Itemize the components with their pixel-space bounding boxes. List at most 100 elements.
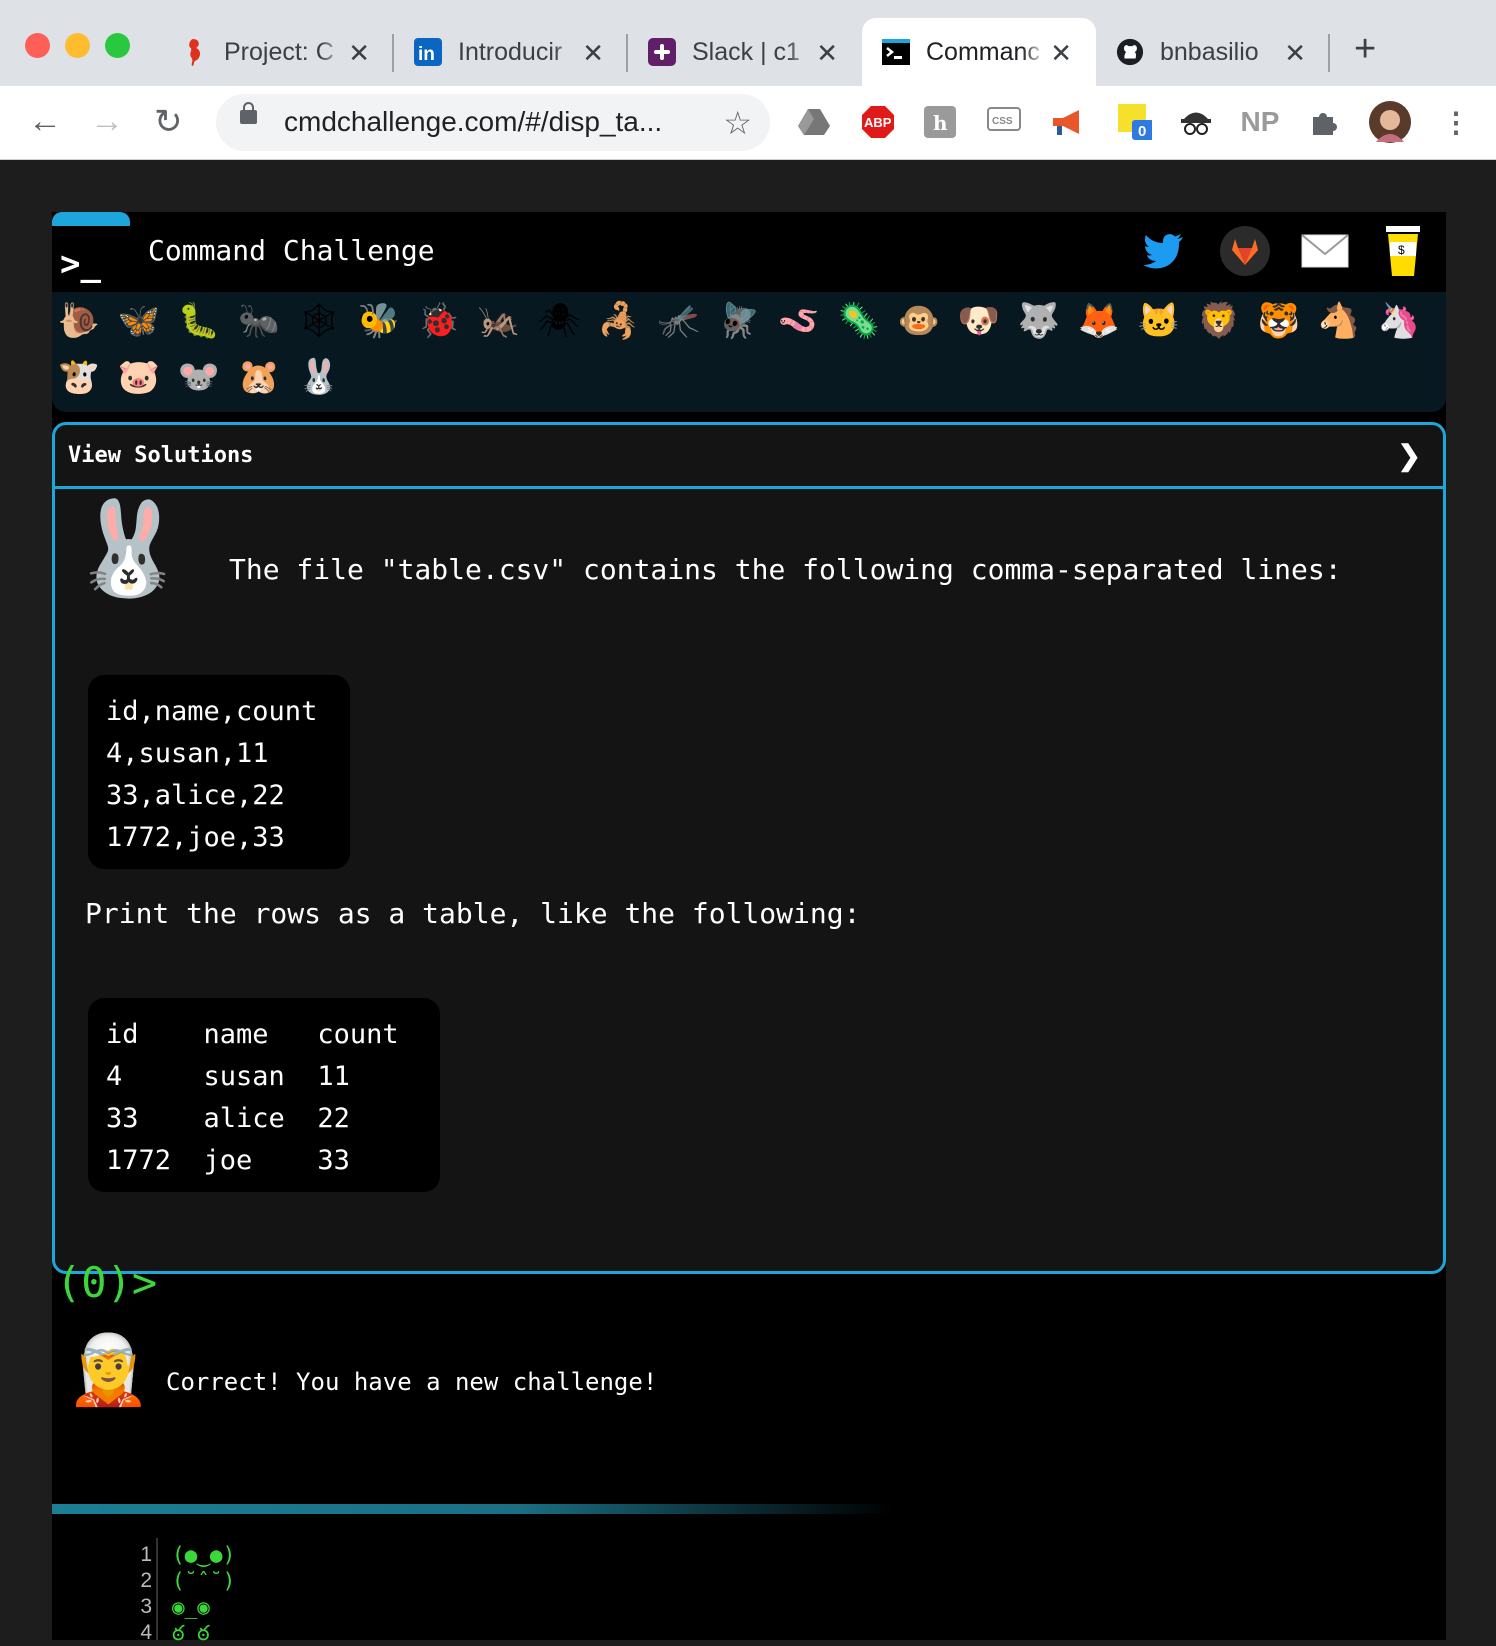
level-icon[interactable]: 🦋 [116, 298, 162, 344]
lock-icon [240, 102, 257, 124]
code-line: 33,alice,22 [106, 780, 285, 811]
code-line: 33 alice 22 [106, 1103, 350, 1134]
browser-menu-icon[interactable]: ⋮ [1438, 104, 1474, 140]
profile-avatar[interactable] [1368, 100, 1412, 144]
css-viewer-icon[interactable]: CSS [986, 104, 1022, 140]
page-content: >_ Command Challenge $ 🐌 🦋 🐛 🐜 🕸 🐝 🐞 🦗 🕷 🦂 🦟 🪰 🪱 🦠 🐵 🐶 🐺… [52, 212, 1446, 1645]
level-icon[interactable]: 🦄 [1376, 298, 1422, 344]
level-icon[interactable]: 🪱 [776, 298, 822, 344]
level-icon[interactable]: 🐰 [296, 354, 342, 400]
output-divider [52, 1504, 892, 1514]
code-line: 4,susan,11 [106, 738, 269, 769]
tab-title: Commanc [926, 37, 1040, 66]
level-icon[interactable]: 🦗 [476, 298, 522, 344]
level-icon[interactable]: 🪰 [716, 298, 762, 344]
feedback-message: Correct! You have a new challenge! [166, 1368, 658, 1396]
twitter-icon[interactable] [1138, 226, 1188, 276]
code-line: id,name,count [106, 696, 318, 727]
zoom-window-button[interactable] [105, 33, 130, 58]
header-accent [52, 212, 130, 226]
google-drive-icon[interactable] [796, 104, 832, 140]
level-icon[interactable]: 🐌 [56, 298, 102, 344]
challenge-description: The file "table.csv" contains the follow… [229, 553, 1342, 586]
linkedin-icon: in [414, 38, 442, 66]
svg-text:$: $ [1398, 243, 1405, 257]
level-icon[interactable]: 🦠 [836, 298, 882, 344]
coffee-cup-icon[interactable]: $ [1378, 226, 1428, 276]
line-number: 3 [140, 1595, 152, 1618]
chevron-right-icon: ❯ [1397, 440, 1421, 471]
svg-text:ABP: ABP [864, 115, 892, 130]
close-tab-icon[interactable]: ✕ [582, 38, 604, 69]
site-logo[interactable]: >_ [60, 244, 101, 284]
new-tab-button[interactable]: + [1354, 28, 1376, 71]
browser-tab[interactable]: Project: C ✕ [160, 18, 394, 86]
view-solutions-toggle[interactable]: View Solutions ❯ [55, 425, 1443, 489]
browser-tab-strip: Project: C ✕ in Introducir ✕ Slack | c1 … [0, 0, 1496, 86]
browser-tab[interactable]: bnbasilio ✕ [1096, 18, 1330, 86]
level-icon[interactable]: 🐜 [236, 298, 282, 344]
site-header: >_ Command Challenge $ [52, 212, 1446, 292]
output-line-numbers: 1 2 3 4 [112, 1542, 152, 1646]
forward-arrow-icon[interactable]: → [90, 102, 124, 141]
back-arrow-icon[interactable]: ← [28, 102, 62, 141]
level-icon[interactable]: 🐛 [176, 298, 222, 344]
bookmark-star-icon[interactable]: ☆ [723, 104, 752, 142]
level-icon[interactable]: 🕷 [536, 298, 582, 344]
site-title[interactable]: Command Challenge [148, 234, 435, 267]
close-window-button[interactable] [25, 33, 50, 58]
megaphone-icon[interactable] [1050, 104, 1086, 140]
close-tab-icon[interactable]: ✕ [816, 38, 838, 69]
gitlab-icon[interactable] [1220, 226, 1270, 276]
line-number: 4 [140, 1621, 152, 1644]
reload-icon[interactable]: ↻ [154, 102, 183, 142]
puzzle-icon[interactable] [1306, 104, 1342, 140]
minimize-window-button[interactable] [65, 33, 90, 58]
level-icon[interactable]: 🐭 [176, 354, 222, 400]
level-icon[interactable]: 🕸 [296, 298, 342, 344]
close-tab-icon[interactable]: ✕ [1050, 38, 1072, 69]
spy-icon[interactable] [1178, 104, 1214, 140]
level-icon[interactable]: 🐹 [236, 354, 282, 400]
sticky-note-icon[interactable]: 0 [1116, 104, 1152, 140]
svg-text:CSS: CSS [992, 116, 1013, 127]
level-icon[interactable]: 🐴 [1316, 298, 1362, 344]
browser-tab[interactable]: Slack | c1 ✕ [628, 18, 862, 86]
output-line: ◉_◉ [172, 1595, 210, 1619]
level-icon[interactable]: 🐵 [896, 298, 942, 344]
code-line: 1772,joe,33 [106, 822, 285, 853]
browser-tab[interactable]: in Introducir ✕ [394, 18, 628, 86]
line-number: 1 [140, 1543, 152, 1566]
level-icon[interactable]: 🦁 [1196, 298, 1242, 344]
close-tab-icon[interactable]: ✕ [348, 38, 370, 69]
level-icon[interactable]: 🐶 [956, 298, 1002, 344]
level-icon[interactable]: 🐮 [56, 354, 102, 400]
command-output: (●‿●) (˘ˆ˘) ◉_◉ ఠ ఠ [172, 1542, 235, 1646]
tab-separator [1328, 34, 1330, 72]
address-bar[interactable]: cmdchallenge.com/#/disp_ta... ☆ [216, 94, 770, 151]
level-icon[interactable]: 🐞 [416, 298, 462, 344]
tab-title: Project: C [224, 37, 334, 66]
browser-tab-active[interactable]: Commanc ✕ [862, 18, 1096, 86]
elf-avatar-icon: 🧝 [66, 1332, 151, 1408]
command-prompt[interactable]: (0)> [56, 1258, 157, 1307]
level-icon[interactable]: 🐺 [1016, 298, 1062, 344]
level-icon[interactable]: 🐷 [116, 354, 162, 400]
view-solutions-heading: View Solutions [68, 443, 254, 468]
level-icon[interactable]: 🦊 [1076, 298, 1122, 344]
slack-icon [648, 38, 676, 66]
level-icon[interactable]: 🦟 [656, 298, 702, 344]
level-icon[interactable]: 🐯 [1256, 298, 1302, 344]
adblock-plus-icon[interactable]: ABP [860, 104, 896, 140]
level-icon[interactable]: 🦂 [596, 298, 642, 344]
email-icon[interactable] [1300, 226, 1350, 276]
level-icon[interactable]: 🐱 [1136, 298, 1182, 344]
np-icon[interactable]: NP [1241, 104, 1280, 140]
line-number: 2 [140, 1569, 152, 1592]
csv-example-block: id,name,count 4,susan,11 33,alice,22 1772,j… [88, 675, 350, 869]
hypothesis-icon[interactable]: h [922, 104, 958, 140]
level-icon[interactable]: 🐝 [356, 298, 402, 344]
output-line: ఠ ఠ [172, 1621, 210, 1645]
close-tab-icon[interactable]: ✕ [1284, 38, 1306, 69]
svg-text:0: 0 [1138, 123, 1146, 140]
